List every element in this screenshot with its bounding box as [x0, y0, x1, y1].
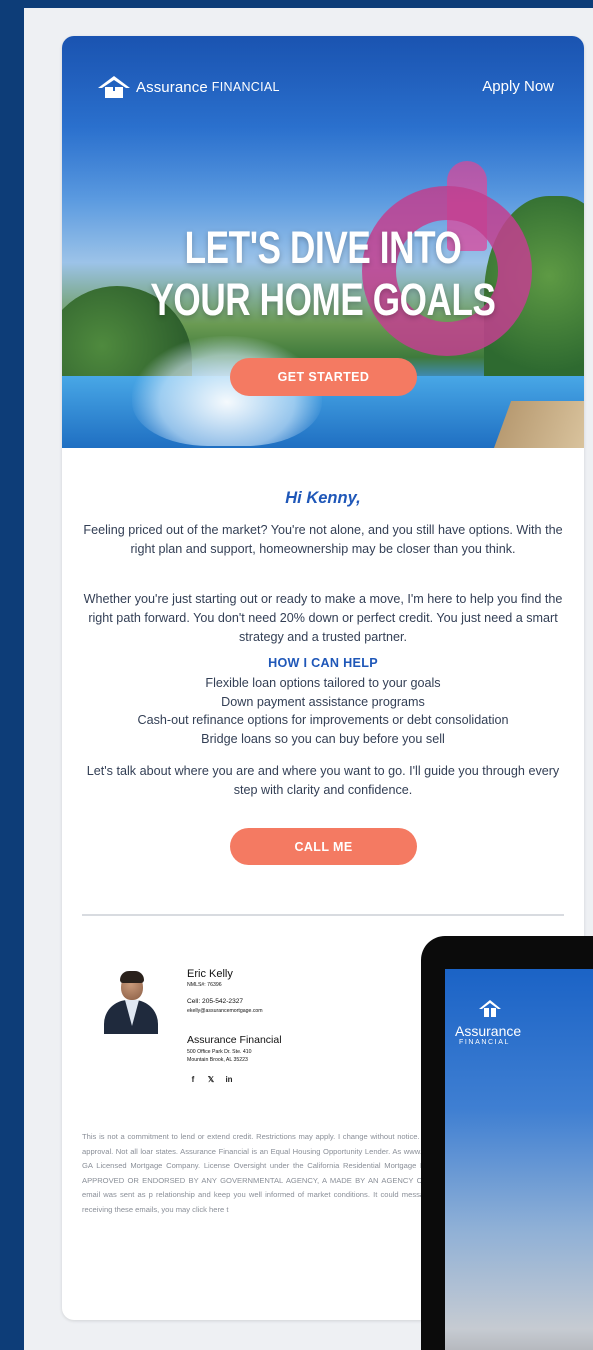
- help-list-item: Down payment assistance programs: [221, 694, 425, 709]
- signature-cell[interactable]: Cell: 205-542-2327: [187, 998, 243, 1005]
- hero-headline-line2: YOUR HOME GOALS: [150, 274, 496, 325]
- help-heading: HOW I CAN HELP: [268, 656, 378, 670]
- intro-paragraph: Feeling priced out of the market? You're…: [83, 523, 563, 556]
- brand-logo[interactable]: Assurance FINANCIAL: [96, 74, 280, 100]
- hero-headline: LET'S DIVE INTO YOUR HOME GOALS: [119, 222, 526, 326]
- hero-banner: Assurance FINANCIAL Apply Now LET'S DIVE …: [62, 36, 584, 448]
- help-list-item: Bridge loans so you can buy before you s…: [201, 731, 445, 746]
- hero-headline-line1: LET'S DIVE INTO: [184, 222, 462, 273]
- support-paragraph: Whether you're just starting out or read…: [83, 592, 563, 644]
- tablet-logo-brand: Assurance: [455, 1023, 522, 1039]
- logo-sub-text: FINANCIAL: [211, 80, 280, 94]
- tablet-device: Assurance FINANCIAL: [421, 936, 593, 1350]
- signature-nmls: NMLS#: 76396: [187, 982, 222, 988]
- tablet-logo-sub: FINANCIAL: [459, 1039, 510, 1046]
- house-logo-icon: [479, 1000, 501, 1017]
- x-icon[interactable]: 𝕏: [205, 1073, 217, 1085]
- signature-name: Eric Kelly: [187, 968, 233, 980]
- signature-address-line2: Mountain Brook, AL 35223: [187, 1057, 248, 1063]
- greeting: Hi Kenny,: [285, 489, 361, 507]
- linkedin-icon[interactable]: in: [223, 1073, 235, 1085]
- social-links: f 𝕏 in: [187, 1073, 235, 1085]
- logo-brand-text: Assurance: [136, 78, 208, 96]
- help-list-item: Flexible loan options tailored to your g…: [205, 676, 441, 690]
- signature-company: Assurance Financial: [187, 1034, 282, 1046]
- house-logo-icon: [98, 76, 130, 98]
- closing-paragraph: Let's talk about where you are and where…: [86, 764, 560, 797]
- signature-address-line1: 500 Office Park Dr. Ste. 410: [187, 1049, 252, 1055]
- help-list: Flexible loan options tailored to your g…: [62, 674, 584, 748]
- get-started-button[interactable]: GET STARTED: [230, 358, 417, 396]
- signature-email-link[interactable]: ekelly@assurancemortgage.com: [187, 1008, 263, 1014]
- apply-now-link[interactable]: Apply Now: [482, 78, 554, 95]
- facebook-icon[interactable]: f: [187, 1073, 199, 1085]
- avatar: [102, 968, 160, 1034]
- help-list-item: Cash-out refinance options for improveme…: [137, 713, 509, 727]
- call-me-button[interactable]: CALL ME: [230, 828, 417, 865]
- tablet-screen: Assurance FINANCIAL: [445, 969, 593, 1350]
- section-divider: [82, 914, 564, 916]
